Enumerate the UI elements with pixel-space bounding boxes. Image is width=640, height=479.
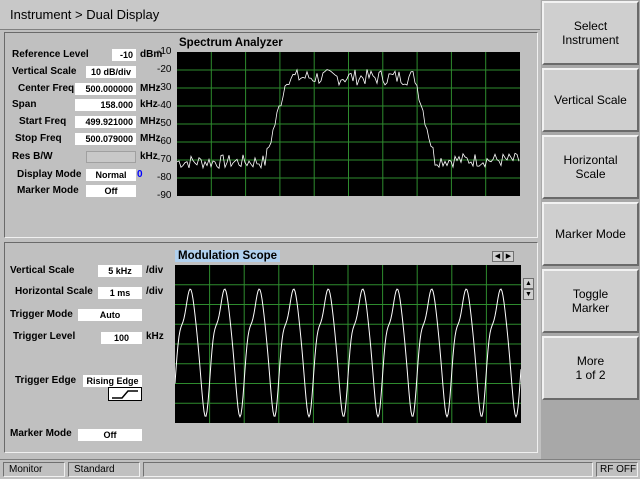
modulation-plot-title: Modulation Scope (175, 250, 281, 262)
span-field[interactable]: 158.000 (75, 99, 136, 111)
status-message (143, 462, 593, 477)
span-unit: kHz (140, 99, 158, 110)
vertical-scale-label: Vertical Scale (12, 66, 77, 77)
spectrum-marker-mode-label: Marker Mode (17, 185, 79, 196)
mod-horizontal-scale-field[interactable]: 1 ms (98, 287, 142, 299)
trigger-mode-label: Trigger Mode (10, 309, 73, 320)
spectrum-panel: Reference Level -10 dBm Vertical Scale 1… (4, 32, 538, 238)
vertical-scale-field[interactable]: 10 dB/div (86, 66, 136, 78)
display-mode-label: Display Mode (17, 169, 82, 180)
y-tick-label: -10 (157, 46, 172, 57)
scroll-down-icon[interactable]: ▼ (523, 289, 534, 300)
trigger-level-label: Trigger Level (13, 331, 76, 342)
start-freq-label: Start Freq (19, 116, 67, 127)
softkey-column: Select Instrument Vertical Scale Horizon… (541, 0, 640, 459)
display-mode-field[interactable]: Normal (86, 169, 136, 181)
trigger-edge-field[interactable]: Rising Edge (83, 375, 142, 387)
horizontal-scale-button[interactable]: Horizontal Scale (542, 135, 639, 199)
status-mode: Monitor (3, 462, 65, 477)
y-tick-label: -40 (157, 100, 172, 111)
modulation-panel: Vertical Scale 5 kHz /div Horizontal Sca… (4, 242, 538, 453)
status-bar: Monitor Standard RF OFF (0, 459, 640, 479)
trigger-level-unit: kHz (146, 331, 164, 342)
mod-vertical-scale-unit: /div (146, 265, 164, 276)
spectrum-plot[interactable] (177, 52, 520, 196)
res-bw-label: Res B/W (12, 151, 53, 162)
span-label: Span (12, 99, 37, 110)
marker-mode-button[interactable]: Marker Mode (542, 202, 639, 266)
start-freq-field[interactable]: 499.921000 (75, 116, 136, 128)
reference-level-label: Reference Level (12, 49, 89, 60)
mod-marker-mode-field[interactable]: Off (78, 429, 142, 441)
vertical-scale-button[interactable]: Vertical Scale (542, 68, 639, 132)
y-tick-label: -70 (157, 154, 172, 165)
title-bar: Instrument > Dual Display (0, 0, 540, 30)
res-bw-field[interactable] (86, 151, 136, 163)
y-tick-label: -60 (157, 136, 172, 147)
trigger-edge-label: Trigger Edge (15, 375, 77, 386)
mod-vertical-scale-label: Vertical Scale (10, 265, 75, 276)
select-instrument-button[interactable]: Select Instrument (542, 1, 639, 65)
center-freq-label: Center Freq (18, 83, 75, 94)
mod-horizontal-scale-label: Horizontal Scale (15, 286, 93, 297)
scroll-left-icon[interactable]: ◀ (492, 251, 503, 262)
mod-horizontal-scale-unit: /div (146, 286, 164, 297)
window-title: Instrument > Dual Display (10, 7, 160, 22)
y-tick-label: -80 (157, 172, 172, 183)
res-bw-unit: kHz (140, 151, 158, 162)
mod-vertical-scale-field[interactable]: 5 kHz (98, 265, 142, 277)
scroll-right-icon[interactable]: ▶ (503, 251, 514, 262)
y-tick-label: -90 (157, 190, 172, 201)
modulation-plot[interactable] (175, 265, 521, 423)
rising-edge-icon[interactable] (108, 387, 142, 401)
status-standard: Standard (68, 462, 140, 477)
y-tick-label: -50 (157, 118, 172, 129)
trigger-level-field[interactable]: 100 (101, 332, 142, 344)
stop-freq-field[interactable]: 500.079000 (75, 133, 136, 145)
spectrum-plot-title: Spectrum Analyzer (179, 37, 283, 49)
status-rf: RF OFF (596, 462, 638, 477)
y-tick-label: -20 (157, 64, 172, 75)
y-tick-label: -30 (157, 82, 172, 93)
center-freq-field[interactable]: 500.000000 (75, 83, 136, 95)
scroll-up-icon[interactable]: ▲ (523, 278, 534, 289)
trigger-mode-field[interactable]: Auto (78, 309, 142, 321)
display-mode-index: 0 (137, 169, 143, 180)
more-button[interactable]: More 1 of 2 (542, 336, 639, 400)
reference-level-field[interactable]: -10 (112, 49, 136, 61)
toggle-marker-button[interactable]: Toggle Marker (542, 269, 639, 333)
spectrum-marker-mode-field[interactable]: Off (86, 185, 136, 197)
stop-freq-label: Stop Freq (15, 133, 62, 144)
mod-marker-mode-label: Marker Mode (10, 428, 72, 439)
